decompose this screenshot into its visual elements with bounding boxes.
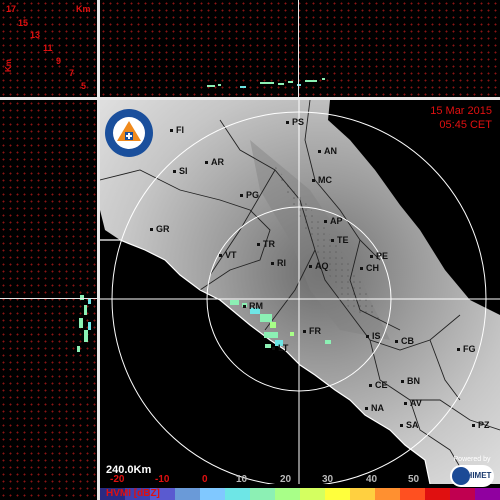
top-section-echoes [207,78,325,88]
crosshair-top-extension [298,0,299,100]
city-label: PG [240,190,259,200]
crosshair-left-extension [0,298,100,299]
city-label: NA [365,403,384,413]
km-tick: 5 [81,81,87,91]
timestamp-time: 05:45 CET [439,119,492,131]
legend-value: 50 [408,474,420,485]
timestamp: 15 Mar 2015 05:45 CET [430,104,492,132]
city-label: BN [401,376,420,386]
legend-title: HVMI [dBZ] [106,488,160,499]
km-tick: 11 [43,43,53,53]
legend-value: 20 [280,474,292,485]
city-label: FR [303,326,321,336]
color-scale-swatch [350,488,375,500]
color-scale-swatch [400,488,425,500]
legend-value: 40 [366,474,378,485]
km-unit-vertical-label: Km [4,59,13,72]
color-scale-swatch [375,488,400,500]
color-scale-swatch [300,488,325,500]
km-tick: 15 [18,18,29,28]
city-label: RM [243,301,263,311]
color-scale-swatch [250,488,275,500]
timestamp-date: 15 Mar 2015 [430,105,492,117]
city-label: TR [257,239,275,249]
left-section-echoes [77,295,91,352]
radar-map[interactable] [100,100,500,484]
city-label: GR [150,224,170,234]
panel-divider-horizontal [0,97,500,100]
city-label: VT [219,250,237,260]
legend-value: 10 [236,474,248,485]
km-tick: 13 [30,30,41,40]
km-tick: 7 [69,68,75,78]
legend-value: 30 [322,474,334,485]
city-label: CH [360,263,379,273]
km-tick: 9 [56,56,62,66]
city-label: AV [404,398,422,408]
color-scale-swatch [225,488,250,500]
color-scale-swatch [325,488,350,500]
powered-by-badge: Powered by HIMET [446,456,498,496]
city-label: PS [286,117,304,127]
color-scale-swatch [200,488,225,500]
city-label: AQ [309,261,329,271]
powered-by-label: Powered by [453,456,491,463]
city-label: TE [331,235,349,245]
city-label: FG [457,344,476,354]
italy-relief-map [100,100,500,484]
himet-globe-icon [452,467,470,485]
city-label: CE [369,380,388,390]
km-tick: 17 [6,4,17,14]
city-label: AR [205,157,224,167]
legend-value: -10 [155,474,170,485]
city-label: PZ [472,420,490,430]
city-label: AP [324,216,343,226]
legend-value: 0 [202,474,208,485]
city-label: SI [173,166,188,176]
city-label: CB [395,336,414,346]
panel-divider-vertical [97,0,100,500]
city-label: IS [366,331,381,341]
city-label: MC [312,175,332,185]
dbz-color-scale [100,488,500,500]
city-label: AN [318,146,337,156]
himet-logo: HIMET [450,465,494,487]
legend-value: -20 [110,474,125,485]
city-label: PE [370,251,388,261]
city-label: SA [400,420,419,430]
city-label: LT [272,343,288,353]
civil-protection-logo [105,109,153,157]
city-label: FI [170,125,184,135]
city-label: RI [271,258,286,268]
color-scale-swatch [275,488,300,500]
km-unit-label: Km [76,4,91,14]
color-scale-swatch [175,488,200,500]
